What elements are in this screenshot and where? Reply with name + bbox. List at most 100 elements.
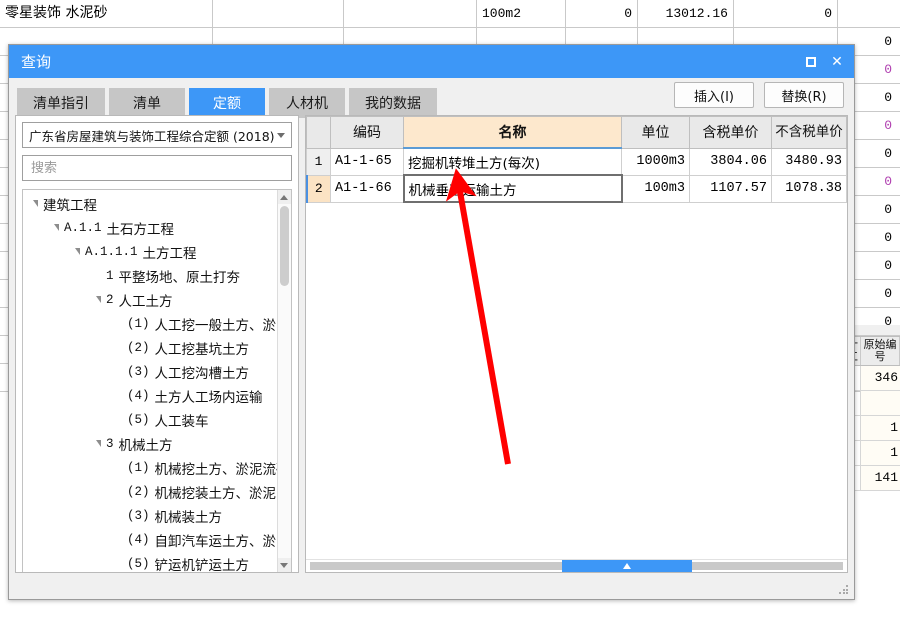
scrollbar-thumb[interactable] xyxy=(279,206,289,286)
scroll-down-icon[interactable] xyxy=(277,558,291,572)
chevron-down-icon[interactable] xyxy=(90,295,106,304)
results-horizontal-scrollbar[interactable] xyxy=(305,559,847,572)
cell-taxed-price[interactable]: 3804.06 xyxy=(689,147,772,176)
chevron-down-icon[interactable] xyxy=(27,199,43,208)
chevron-down-icon xyxy=(276,132,285,138)
chevron-down-icon[interactable] xyxy=(90,439,106,448)
replace-button[interactable]: 替换(R) xyxy=(764,82,844,108)
resize-grip[interactable] xyxy=(839,585,849,595)
hscroll-marker-icon xyxy=(622,563,631,569)
col-header-rownum[interactable] xyxy=(306,116,331,149)
dialog-body: 广东省房屋建筑与装饰工程综合定额 (2018) 建筑工程A.1.1土石方工程A.… xyxy=(15,115,848,573)
bg2-cell-origin: 1 xyxy=(861,416,900,440)
search-input[interactable] xyxy=(29,159,285,177)
tree-item-code: 1 xyxy=(106,269,114,283)
tab-1[interactable]: 清单 xyxy=(109,88,185,118)
col-header-untaxed-price[interactable]: 不含税单价 xyxy=(771,116,847,149)
bg2-cell-origin: 346 xyxy=(861,366,900,390)
tab-2[interactable]: 定额 xyxy=(189,88,265,118)
tree-item-label: 人工挖沟槽土方 xyxy=(154,366,250,382)
hscroll-thumb[interactable] xyxy=(561,560,692,572)
tree-item-label: 土方人工场内运输 xyxy=(154,390,263,406)
tree-item[interactable]: (5) 铲运机铲运土方 xyxy=(23,552,277,572)
bg-cell-name: 零星装饰 水泥砂 xyxy=(0,0,213,27)
tree-item[interactable]: (5) 人工装车 xyxy=(23,408,277,432)
bg2-header-origin: 原始编号 xyxy=(861,337,900,365)
dialog-action-buttons: 插入(I) 替换(R) xyxy=(674,82,844,108)
tree-vertical-scrollbar[interactable] xyxy=(276,190,291,572)
cell-rownum[interactable]: 2 xyxy=(305,174,331,203)
tree-item-code: (4) xyxy=(127,533,150,547)
tree-item[interactable]: A.1.1.1 土方工程 xyxy=(23,240,277,264)
close-icon[interactable]: ✕ xyxy=(824,49,850,75)
tree-item[interactable]: (2) 机械挖装土方、淤泥 xyxy=(23,480,277,504)
catalog-pane: 广东省房屋建筑与装饰工程综合定额 (2018) 建筑工程A.1.1土石方工程A.… xyxy=(15,115,299,573)
tree-item[interactable]: (4) 土方人工场内运输 xyxy=(23,384,277,408)
dialog-titlebar[interactable]: 查询 ✕ xyxy=(9,45,854,78)
tree-item[interactable]: (2) 人工挖基坑土方 xyxy=(23,336,277,360)
col-header-unit[interactable]: 单位 xyxy=(621,116,690,149)
catalog-tree[interactable]: 建筑工程 A.1.1 土石方工程 A.1.1.1 土方工程 1 平整场地、原土打夯 2 人工土方… xyxy=(23,190,277,572)
bg-cell-price: 13012.16 xyxy=(638,0,734,27)
tree-item-code: 2 xyxy=(106,293,114,307)
tree-item[interactable]: (1) 机械挖土方、淤泥流砂 xyxy=(23,456,277,480)
table-row[interactable]: 2 A1-1-66 机械垂直运输土方 100m3 1107.57 1078.38 xyxy=(305,174,847,203)
scroll-up-icon[interactable] xyxy=(277,190,291,204)
tree-item-label: 机械挖土方、淤泥流砂 xyxy=(154,462,277,478)
tree-item-code: A.1.1.1 xyxy=(85,245,138,259)
tree-item-code: (4) xyxy=(127,389,150,403)
library-select[interactable]: 广东省房屋建筑与装饰工程综合定额 (2018) xyxy=(22,122,292,148)
tree-item[interactable]: 2 人工土方 xyxy=(23,288,277,312)
tree-item[interactable]: 建筑工程 xyxy=(23,192,277,216)
tree-item[interactable]: (3) 人工挖沟槽土方 xyxy=(23,360,277,384)
cell-name[interactable]: 挖掘机转堆土方(每次) xyxy=(403,147,622,176)
tree-item-label: 土方工程 xyxy=(142,246,197,262)
tree-item[interactable]: (4) 自卸汽车运土方、淤 xyxy=(23,528,277,552)
chevron-down-icon[interactable] xyxy=(69,247,85,256)
table-row[interactable]: 1 A1-1-65 挖掘机转堆土方(每次) 1000m3 3804.06 3480.93 xyxy=(306,147,847,176)
tree-item-label: 人工挖基坑土方 xyxy=(154,342,250,358)
bg2-cell-origin: 1 xyxy=(861,441,900,465)
insert-button[interactable]: 插入(I) xyxy=(674,82,754,108)
cell-rownum[interactable]: 1 xyxy=(306,147,331,176)
tree-item-label: 机械挖装土方、淤泥 xyxy=(154,486,277,502)
tree-item[interactable]: 3 机械土方 xyxy=(23,432,277,456)
search-box[interactable] xyxy=(22,155,292,181)
tree-item-code: (1) xyxy=(127,461,150,475)
tree-item-code: 3 xyxy=(106,437,114,451)
cell-name[interactable]: 机械垂直运输土方 xyxy=(402,174,623,203)
col-header-taxed-price[interactable]: 含税单价 xyxy=(689,116,772,149)
tree-item-label: 人工装车 xyxy=(154,414,209,430)
tree-item-label: 机械土方 xyxy=(118,438,173,454)
cell-code[interactable]: A1-1-66 xyxy=(330,174,404,203)
tree-item-code: (5) xyxy=(127,557,150,571)
tree-item-label: 铲运机铲运土方 xyxy=(154,558,250,572)
cell-unit[interactable]: 100m3 xyxy=(621,174,690,203)
col-header-code[interactable]: 编码 xyxy=(330,116,404,149)
tab-0[interactable]: 清单指引 xyxy=(17,88,105,118)
cell-unit[interactable]: 1000m3 xyxy=(621,147,690,176)
tree-item-code: (2) xyxy=(127,485,150,499)
tree-item[interactable]: 1 平整场地、原土打夯 xyxy=(23,264,277,288)
cell-taxed-price[interactable]: 1107.57 xyxy=(689,174,772,203)
dialog-footer xyxy=(9,575,854,599)
maximize-icon[interactable] xyxy=(798,49,824,75)
dialog-tabbar: 清单指引 清单 定额 人材机 我的数据 插入(I) 替换(R) xyxy=(9,78,854,118)
chevron-down-icon[interactable] xyxy=(48,223,64,232)
col-header-name[interactable]: 名称 xyxy=(403,116,622,149)
cell-untaxed-price[interactable]: 3480.93 xyxy=(771,147,847,176)
bg-cell-total: 0 xyxy=(734,0,838,27)
cell-untaxed-price[interactable]: 1078.38 xyxy=(771,174,847,203)
tree-item[interactable]: (3) 机械装土方 xyxy=(23,504,277,528)
tree-item[interactable]: (1) 人工挖一般土方、淤 xyxy=(23,312,277,336)
cell-code[interactable]: A1-1-65 xyxy=(330,147,404,176)
catalog-tree-wrapper: 建筑工程 A.1.1 土石方工程 A.1.1.1 土方工程 1 平整场地、原土打夯 2 人工土方… xyxy=(22,189,292,572)
bg-cell-qty: 0 xyxy=(566,0,638,27)
tab-3[interactable]: 人材机 xyxy=(269,88,345,118)
bg-cell-unit: 100m2 xyxy=(477,0,566,27)
tree-item-code: (1) xyxy=(127,317,150,331)
tab-4[interactable]: 我的数据 xyxy=(349,88,437,118)
tree-item-label: 建筑工程 xyxy=(43,198,97,214)
results-table: 编码 名称 单位 含税单价 不含税单价 1 A1-1-65 挖掘机转堆土方(每次) 1… xyxy=(305,116,847,203)
tree-item[interactable]: A.1.1 土石方工程 xyxy=(23,216,277,240)
